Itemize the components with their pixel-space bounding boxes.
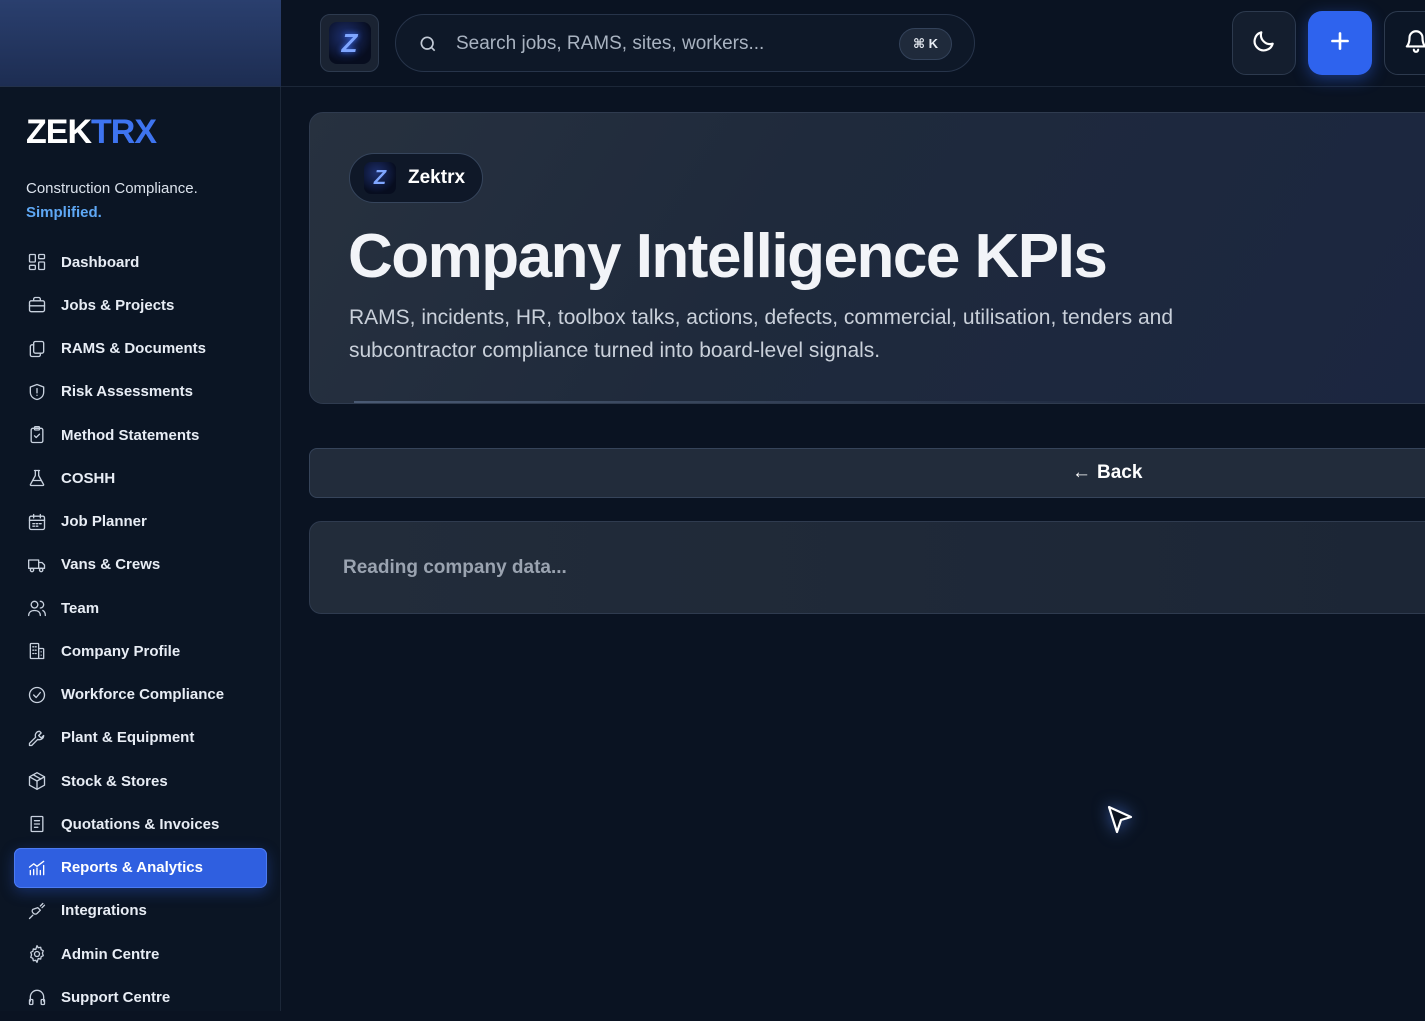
zektrx-logo-icon: Z — [364, 162, 396, 194]
sidebar-item-label: Support Centre — [61, 988, 171, 1006]
plus-icon — [1327, 28, 1353, 59]
sidebar-item-plant-equipment[interactable]: Plant & Equipment — [14, 718, 267, 758]
app-badge-button[interactable]: Z — [320, 14, 379, 72]
arrow-left-icon: ← — [1072, 462, 1091, 483]
users-icon — [26, 597, 48, 619]
search-icon — [418, 34, 438, 54]
sidebar-item-label: Team — [61, 599, 100, 617]
sidebar-item-team[interactable]: Team — [14, 588, 267, 628]
hero-divider — [354, 401, 1154, 403]
tagline-accent: Simplified. — [26, 204, 102, 221]
app-logo[interactable]: ZEKTRX — [26, 113, 157, 151]
sidebar-item-label: Quotations & Invoices — [61, 815, 220, 833]
mouse-cursor-icon — [1106, 805, 1134, 835]
sidebar-item-vans-crews[interactable]: Vans & Crews — [14, 545, 267, 585]
search-placeholder: Search jobs, RAMS, sites, workers... — [456, 33, 765, 54]
documents-icon — [26, 338, 48, 360]
gear-icon — [26, 943, 48, 965]
wrench-icon — [26, 727, 48, 749]
grid-icon — [26, 251, 48, 273]
search-shortcut-badge: ⌘ K — [898, 28, 952, 60]
sidebar-item-label: Integrations — [61, 902, 147, 920]
company-name: Zektrx — [408, 167, 466, 188]
search-input[interactable]: Search jobs, RAMS, sites, workers... ⌘ K — [395, 14, 975, 72]
sidebar-item-admin-centre[interactable]: Admin Centre — [14, 934, 267, 974]
sidebar-item-method-statements[interactable]: Method Statements — [14, 415, 267, 455]
clipboard-icon — [26, 424, 48, 446]
logo-text-primary: ZEK — [26, 113, 92, 151]
tagline: Construction Compliance. Simplified. — [26, 177, 198, 225]
sidebar-item-label: Vans & Crews — [61, 556, 161, 574]
sidebar-header-band — [0, 0, 281, 87]
sidebar-item-risk-assessments[interactable]: Risk Assessments — [14, 372, 267, 412]
sidebar-item-dashboard[interactable]: Dashboard — [14, 242, 267, 282]
back-button[interactable]: ← Back — [309, 448, 1425, 498]
loading-card: Reading company data... — [309, 521, 1425, 614]
sidebar-item-workforce-compliance[interactable]: Workforce Compliance — [14, 675, 267, 715]
flask-icon — [26, 467, 48, 489]
company-pill[interactable]: Z Zektrx — [349, 153, 484, 203]
hero-card: Z Zektrx Company Intelligence KPIs RAMS,… — [309, 112, 1425, 404]
sidebar-item-label: Risk Assessments — [61, 383, 194, 401]
sidebar-item-label: Dashboard — [61, 253, 140, 271]
sidebar: ZEKTRX Construction Compliance. Simplifi… — [0, 0, 281, 1011]
sidebar-item-label: COSHH — [61, 469, 116, 487]
sidebar-item-jobs-projects[interactable]: Jobs & Projects — [14, 285, 267, 325]
notifications-button[interactable] — [1384, 11, 1425, 75]
shield-icon — [26, 381, 48, 403]
sidebar-item-label: Jobs & Projects — [61, 296, 175, 314]
logo-text-accent: TRX — [91, 113, 157, 151]
tagline-text: Construction Compliance. — [26, 180, 198, 197]
sidebar-item-coshh[interactable]: COSHH — [14, 458, 267, 498]
moon-icon — [1251, 28, 1277, 59]
sidebar-nav: Dashboard Jobs & Projects RAMS & Documen… — [14, 242, 267, 1021]
sidebar-item-label: RAMS & Documents — [61, 340, 207, 357]
bell-icon — [1403, 28, 1425, 59]
loading-text: Reading company data... — [343, 557, 567, 578]
truck-icon — [26, 554, 48, 576]
sidebar-item-company-profile[interactable]: Company Profile — [14, 631, 267, 671]
sidebar-item-stock-stores[interactable]: Stock & Stores — [14, 761, 267, 801]
sidebar-item-label: Stock & Stores — [61, 772, 168, 790]
sidebar-item-quotations-invoices[interactable]: Quotations & Invoices — [14, 804, 267, 844]
box-icon — [26, 770, 48, 792]
page-title: Company Intelligence KPIs — [348, 222, 1108, 291]
sidebar-item-label: Job Planner — [61, 513, 147, 530]
calendar-icon — [26, 511, 48, 533]
add-button[interactable] — [1308, 11, 1372, 75]
sidebar-item-reports-analytics[interactable]: Reports & Analytics — [14, 847, 267, 888]
building-icon — [26, 640, 48, 662]
sidebar-item-label: Method Statements — [61, 426, 200, 444]
plug-icon — [26, 900, 48, 922]
sidebar-item-label: Plant & Equipment — [61, 729, 195, 747]
sidebar-item-label: Admin Centre — [61, 945, 160, 963]
top-bar: Z Search jobs, RAMS, sites, workers... ⌘… — [281, 0, 1425, 87]
back-label: Back — [1097, 462, 1143, 483]
sidebar-item-job-planner[interactable]: Job Planner — [14, 502, 267, 542]
briefcase-icon — [26, 294, 48, 316]
zektrx-logo-icon: Z — [328, 22, 371, 64]
headphones-icon — [26, 986, 48, 1008]
theme-toggle-button[interactable] — [1232, 11, 1296, 75]
sidebar-item-integrations[interactable]: Integrations — [14, 891, 267, 931]
invoice-icon — [26, 813, 48, 835]
chart-icon — [26, 857, 48, 879]
sidebar-item-rams-documents[interactable]: RAMS & Documents — [14, 329, 267, 369]
sidebar-item-label: Workforce Compliance — [61, 686, 225, 703]
sidebar-item-label: Company Profile — [61, 642, 181, 660]
check-circle-icon — [26, 684, 48, 706]
sidebar-item-label: Reports & Analytics — [61, 859, 203, 876]
sidebar-item-support-centre[interactable]: Support Centre — [14, 977, 267, 1017]
page-subtitle: RAMS, incidents, HR, toolbox talks, acti… — [349, 306, 1174, 362]
